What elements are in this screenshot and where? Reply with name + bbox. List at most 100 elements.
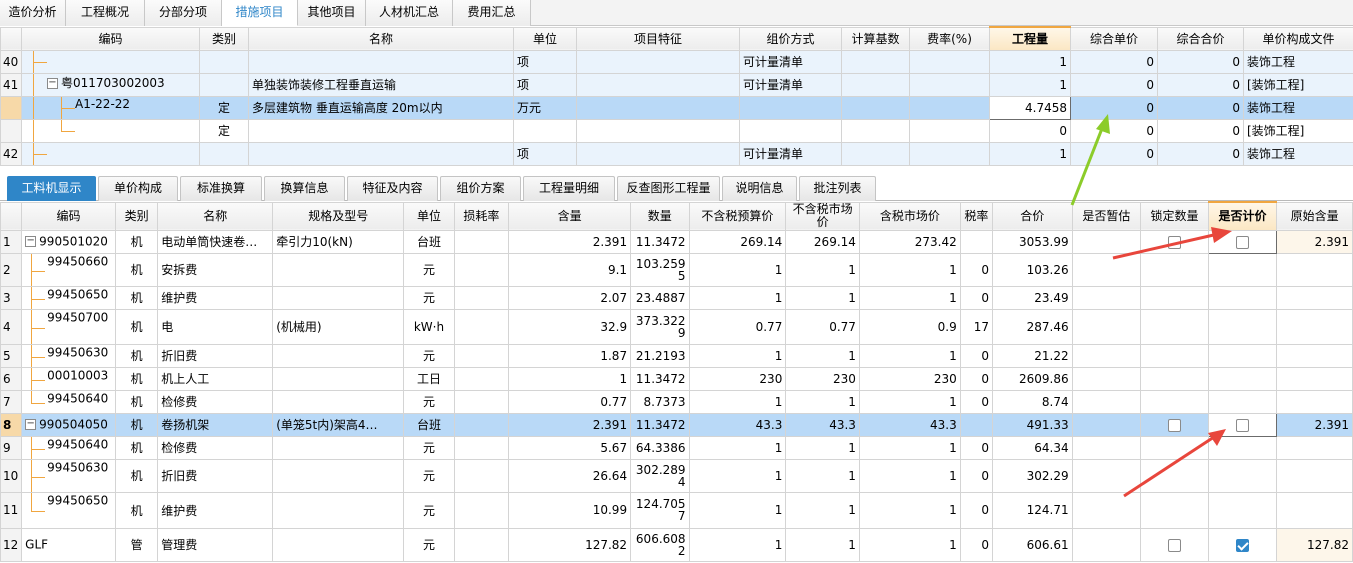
resource-cell-orig[interactable]: 2.391: [1276, 229, 1353, 254]
lower-col-header-17[interactable]: 原始含量: [1276, 201, 1353, 231]
resource-cell-est[interactable]: [1071, 527, 1142, 562]
resource-cell-est[interactable]: [1071, 435, 1142, 460]
resource-cell-sum[interactable]: 23.49: [991, 285, 1073, 310]
upper-cell-code[interactable]: [21, 141, 200, 166]
resource-cell-spec[interactable]: [272, 435, 405, 460]
upper-cell-file[interactable]: 装饰工程: [1243, 141, 1353, 166]
resource-cell-spec[interactable]: [272, 252, 405, 287]
resource-cell-sum[interactable]: 2609.86: [991, 366, 1073, 391]
upper-cell-unit[interactable]: 万元: [513, 95, 577, 120]
resource-cell-cat[interactable]: 机: [114, 491, 159, 529]
top-tab-6[interactable]: 费用汇总: [453, 0, 531, 26]
resource-cell-p3[interactable]: 43.3: [858, 412, 961, 437]
resource-cell-spec[interactable]: [272, 458, 405, 493]
resource-cell-content[interactable]: 32.9: [508, 308, 632, 345]
resource-cell-p2[interactable]: 1: [785, 435, 860, 460]
upper-cell-uprice[interactable]: 0: [1070, 141, 1158, 166]
upper-col-header-7[interactable]: 计算基数: [841, 26, 910, 51]
resource-cell-cat[interactable]: 机: [114, 229, 159, 254]
upper-col-header-3[interactable]: 名称: [248, 26, 514, 51]
resource-cell-priced[interactable]: [1207, 491, 1278, 529]
sub-tab-9[interactable]: 批注列表: [799, 176, 876, 201]
upper-col-header-1[interactable]: 编码: [21, 26, 200, 51]
resource-cell-p1[interactable]: 0.77: [688, 308, 787, 345]
resource-cell-lock[interactable]: [1140, 435, 1209, 460]
upper-cell-method[interactable]: [739, 118, 842, 143]
resource-cell-priced[interactable]: [1207, 308, 1278, 345]
resource-cell-priced[interactable]: [1207, 285, 1278, 310]
resource-cell-p1[interactable]: 1: [688, 527, 787, 562]
resource-row[interactable]: 3 99450650 机维护费元 2.07 23.4887 1 1 1 0 23.49: [0, 285, 1353, 310]
upper-col-header-6[interactable]: 组价方式: [739, 26, 842, 51]
collapse-icon[interactable]: −: [47, 77, 58, 89]
resource-cell-lock[interactable]: [1140, 412, 1209, 437]
upper-table-row[interactable]: 40 项可计量清单 1 0 0 装饰工程: [0, 49, 1353, 74]
lower-col-header-4[interactable]: 规格及型号: [272, 201, 405, 231]
resource-cell-cat[interactable]: 机: [114, 308, 159, 345]
upper-cell-total[interactable]: 0: [1157, 118, 1244, 143]
resource-cell-cat[interactable]: 机: [114, 435, 159, 460]
upper-cell-name[interactable]: 多层建筑物 垂直运输高度 20m以内: [248, 95, 514, 120]
lower-col-header-8[interactable]: 数量: [630, 201, 690, 231]
resource-cell-qty[interactable]: 606.6082: [630, 527, 690, 562]
upper-cell-rate[interactable]: [909, 49, 990, 74]
upper-cell-cat[interactable]: 定: [199, 118, 249, 143]
resource-cell-tax[interactable]: 0: [959, 285, 993, 310]
lower-col-header-12[interactable]: 税率: [959, 201, 993, 231]
top-tab-1[interactable]: 工程概况: [66, 0, 145, 26]
resource-cell-cat[interactable]: 机: [114, 458, 159, 493]
upper-cell-base[interactable]: [841, 49, 910, 74]
resource-cell-p1[interactable]: 1: [688, 458, 787, 493]
resource-cell-name[interactable]: 电动单筒快速卷…: [157, 229, 274, 254]
resource-cell-unit[interactable]: 工日: [403, 366, 455, 391]
resource-row[interactable]: 5 99450630 机折旧费元 1.87 21.2193 1 1 1 0 21.22: [0, 343, 1353, 368]
lower-col-header-3[interactable]: 名称: [157, 201, 274, 231]
resource-cell-orig[interactable]: [1276, 366, 1353, 391]
upper-cell-unit[interactable]: 项: [513, 49, 577, 74]
resource-cell-qty[interactable]: 23.4887: [630, 285, 690, 310]
resource-cell-name[interactable]: 机上人工: [157, 366, 274, 391]
resource-cell-sum[interactable]: 103.26: [991, 252, 1073, 287]
upper-cell-code[interactable]: A1-22-22: [21, 95, 200, 120]
resource-cell-sum[interactable]: 21.22: [991, 343, 1073, 368]
resource-cell-content[interactable]: 2.07: [508, 285, 632, 310]
upper-cell-feature[interactable]: [576, 49, 740, 74]
upper-cell-rate[interactable]: [909, 118, 990, 143]
resource-cell-code[interactable]: −990504050: [21, 412, 116, 437]
resource-cell-tax[interactable]: 0: [959, 527, 993, 562]
resource-cell-unit[interactable]: 元: [403, 343, 455, 368]
upper-cell-base[interactable]: [841, 72, 910, 97]
upper-cell-total[interactable]: 0: [1157, 49, 1244, 74]
resource-cell-p1[interactable]: 230: [688, 366, 787, 391]
resource-cell-qty[interactable]: 124.7057: [630, 491, 690, 529]
is-priced-checkbox[interactable]: [1235, 538, 1249, 552]
resource-cell-code[interactable]: −990501020: [21, 229, 116, 254]
resource-cell-loss[interactable]: [453, 389, 510, 414]
resource-cell-qty[interactable]: 373.3229: [630, 308, 690, 345]
upper-cell-base[interactable]: [841, 141, 910, 166]
resource-cell-tax[interactable]: 0: [959, 366, 993, 391]
resource-cell-sum[interactable]: 124.71: [991, 491, 1073, 529]
resource-cell-est[interactable]: [1071, 308, 1142, 345]
lower-col-header-16[interactable]: 是否计价: [1207, 201, 1278, 231]
lower-col-header-5[interactable]: 单位: [403, 201, 455, 231]
upper-col-header-2[interactable]: 类别: [199, 26, 249, 51]
resource-cell-content[interactable]: 127.82: [508, 527, 632, 562]
resource-cell-p3[interactable]: 273.42: [858, 229, 961, 254]
sub-tab-5[interactable]: 组价方案: [440, 176, 521, 201]
upper-cell-rate[interactable]: [909, 141, 990, 166]
upper-cell-unit[interactable]: 项: [513, 141, 577, 166]
resource-cell-name[interactable]: 检修费: [157, 435, 274, 460]
upper-cell-method[interactable]: 可计量清单: [739, 141, 842, 166]
resource-cell-priced[interactable]: [1207, 435, 1278, 460]
resource-cell-spec[interactable]: [272, 366, 405, 391]
resource-cell-unit[interactable]: 元: [403, 491, 455, 529]
resource-cell-tax[interactable]: 17: [959, 308, 993, 345]
resource-cell-code[interactable]: 99450640: [21, 389, 116, 414]
resource-row[interactable]: 2 99450660 机安拆费元 9.1 103.2595 1 1 1 0 103.26: [0, 252, 1353, 287]
resource-cell-lock[interactable]: [1140, 285, 1209, 310]
lower-col-header-2[interactable]: 类别: [114, 201, 159, 231]
resource-cell-unit[interactable]: 元: [403, 389, 455, 414]
is-priced-checkbox[interactable]: [1235, 235, 1249, 249]
lower-col-header-15[interactable]: 锁定数量: [1140, 201, 1209, 231]
